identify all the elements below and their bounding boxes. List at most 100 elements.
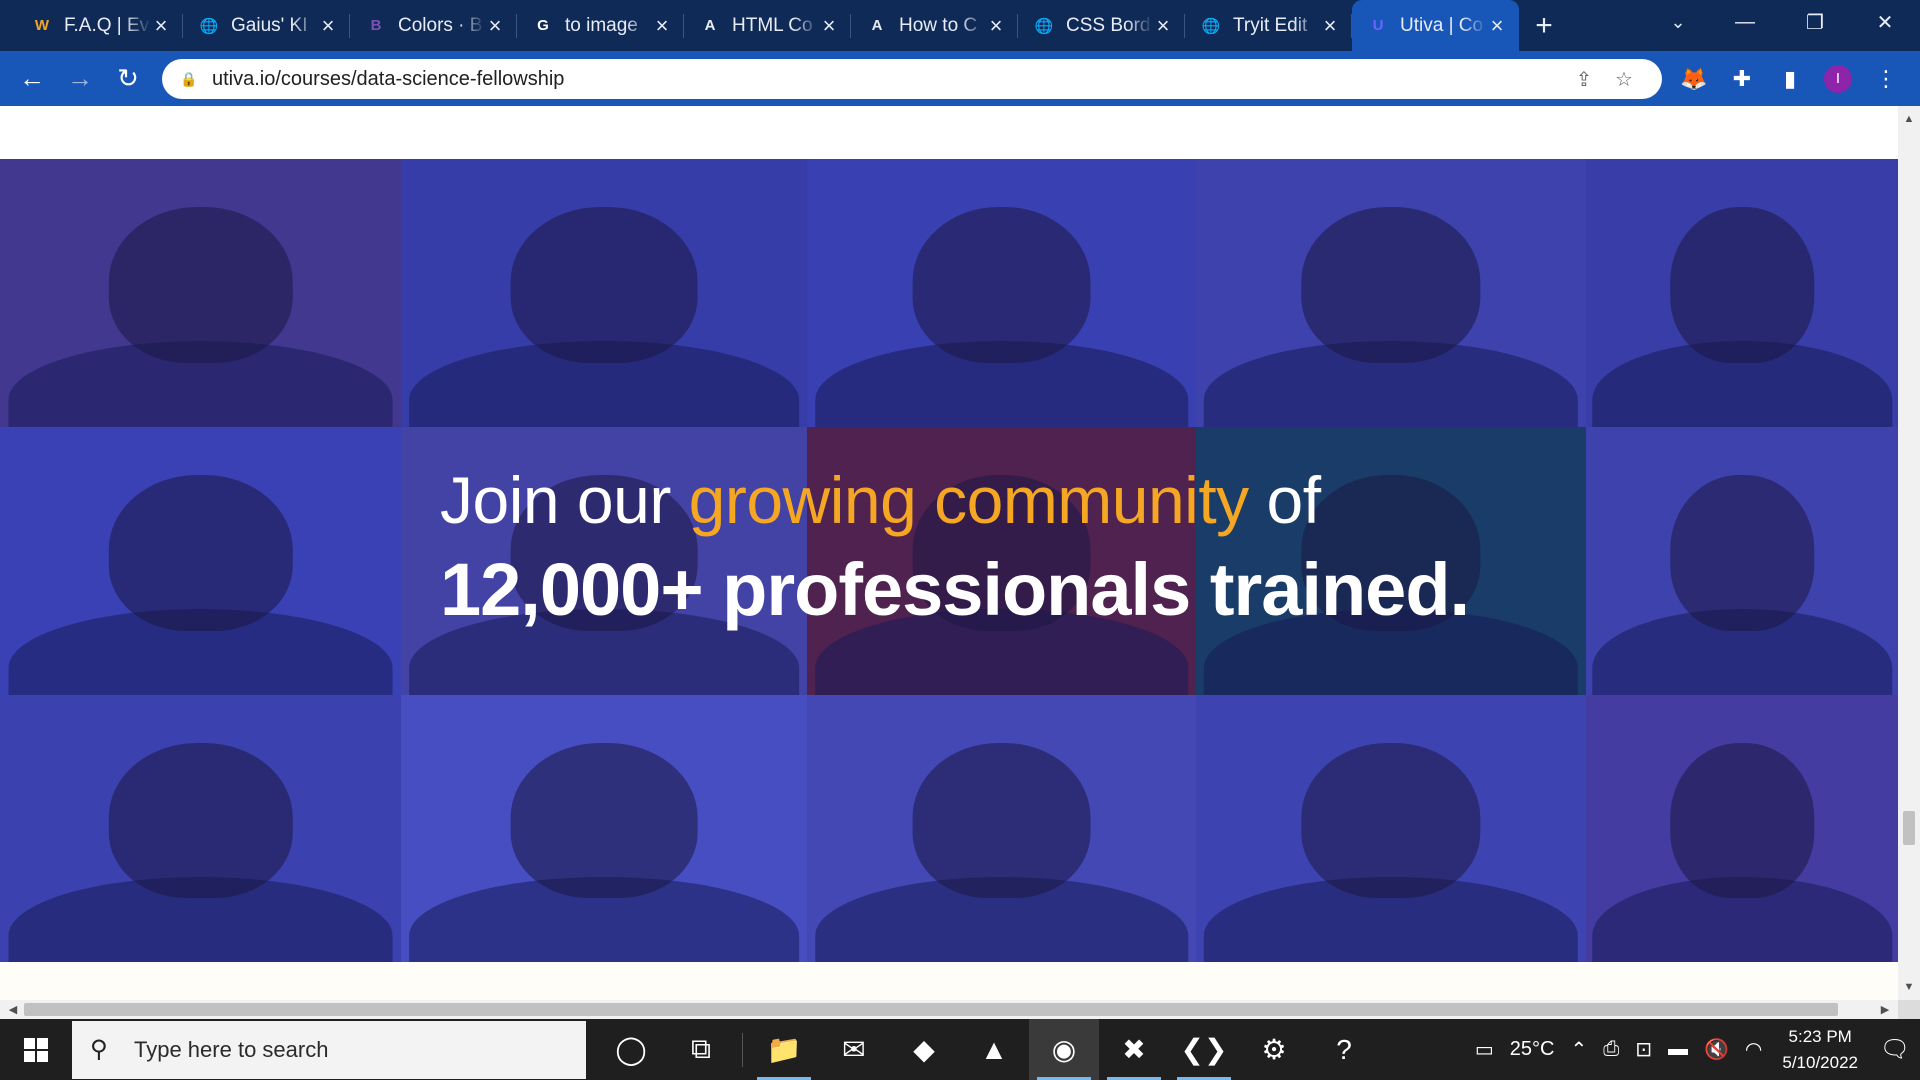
browser-toolbar: ← → ↻ 🔒 utiva.io/courses/data-science-fe… (0, 51, 1920, 106)
tab-list: W F.A.Q | Ev × 🌐 Gaius' KI × B Colors · B × Gto i… (0, 0, 1519, 51)
start-button[interactable] (0, 1019, 72, 1080)
restore-icon[interactable]: ❐ (1780, 0, 1850, 44)
vertical-scroll-thumb[interactable] (1903, 811, 1915, 845)
tab-title: Colors · B (398, 14, 483, 36)
help-icon[interactable]: ? (1309, 1019, 1379, 1080)
search-placeholder[interactable]: Type here to search (134, 1037, 328, 1063)
tab-title: CSS Bord (1066, 14, 1151, 36)
scroll-up-icon[interactable]: ▲ (1898, 108, 1920, 130)
scroll-down-icon[interactable]: ▼ (1898, 976, 1920, 998)
portrait-face (510, 207, 698, 363)
portrait-tile (0, 427, 401, 695)
notification-icon[interactable]: 🗨 (1870, 1019, 1920, 1080)
portrait-tile (807, 695, 1196, 962)
horizontal-scroll-thumb[interactable] (24, 1003, 1838, 1016)
wifi-icon[interactable]: ◠ (1737, 1019, 1770, 1080)
chrome-icon[interactable]: ◉ (1029, 1019, 1099, 1080)
tab-1[interactable]: W F.A.Q | Ev × (16, 0, 183, 51)
horizontal-scrollbar[interactable]: ◀ ▶ (0, 1000, 1898, 1019)
reload-icon[interactable]: ↻ (104, 55, 152, 103)
menu-kebab-icon[interactable]: ⋮ (1862, 55, 1910, 103)
tab-2[interactable]: 🌐 Gaius' KI × (183, 0, 350, 51)
clock-date: 5/10/2022 (1782, 1052, 1858, 1072)
lock-icon[interactable]: 🔒 (180, 71, 202, 88)
tab-close-icon[interactable]: × (151, 13, 171, 39)
tab-5[interactable]: A HTML Co × (684, 0, 851, 51)
portrait-face (108, 207, 293, 363)
tab-close-icon[interactable]: × (819, 13, 839, 39)
url-text[interactable]: utiva.io/courses/data-science-fellowship (212, 68, 1564, 91)
portrait-face (108, 475, 293, 631)
tab-8[interactable]: 🌐 Tryit Edit × (1185, 0, 1352, 51)
tab-3[interactable]: B Colors · B × (350, 0, 517, 51)
scrollbar-corner (1898, 1000, 1920, 1019)
address-bar[interactable]: 🔒 utiva.io/courses/data-science-fellowsh… (162, 59, 1662, 99)
close-window-icon[interactable]: ✕ (1850, 0, 1920, 44)
profile-avatar[interactable]: I (1814, 55, 1862, 103)
tab-close-icon[interactable]: × (986, 13, 1006, 39)
bootstrap-icon: B (370, 17, 382, 34)
tab-title: How to C (899, 14, 978, 36)
tab-close-icon[interactable]: × (1320, 13, 1340, 39)
tab-4[interactable]: Gto image × (517, 0, 684, 51)
weather-icon[interactable]: ▭ (1467, 1019, 1502, 1080)
mail-icon[interactable]: ✉ (819, 1019, 889, 1080)
extensions-puzzle-icon[interactable]: ✚ (1718, 55, 1766, 103)
headline-suffix: of (1248, 463, 1322, 537)
metamask-fox-icon[interactable]: 🦊 (1670, 55, 1718, 103)
battery-icon[interactable]: ▬ (1660, 1019, 1696, 1080)
vertical-scrollbar[interactable]: ▲ ▼ (1898, 106, 1920, 1000)
tab-close-icon[interactable]: × (1153, 13, 1173, 39)
side-panel-icon[interactable]: ▮ (1766, 55, 1814, 103)
portrait-tile (401, 159, 807, 427)
windows-taskbar: ⚲ Type here to search ◯ ⧉ 📁 ✉ ◆ ▲ ◉ ✖ ❮❯ ⚙? ▭ 25°… (0, 1019, 1920, 1080)
portrait-face (912, 743, 1091, 898)
minimize-icon[interactable]: — (1710, 0, 1780, 44)
speaker-muted-icon[interactable]: 🔇 (1696, 1019, 1737, 1080)
file-explorer-icon[interactable]: 📁 (749, 1019, 819, 1080)
vscode-icon[interactable]: ❮❯ (1169, 1019, 1239, 1080)
scroll-left-icon[interactable]: ◀ (2, 1000, 24, 1019)
avatar[interactable]: I (1824, 64, 1852, 93)
browser-tabstrip: W F.A.Q | Ev × 🌐 Gaius' KI × B Colors · B × Gto i… (0, 0, 1920, 51)
portrait-tile (1196, 159, 1586, 427)
new-tab-button[interactable]: + (1519, 0, 1569, 51)
tab-close-icon[interactable]: × (485, 13, 505, 39)
share-icon[interactable]: ⇪ (1564, 67, 1604, 92)
git-icon[interactable]: ◆ (889, 1019, 959, 1080)
a-logo-icon: A (704, 17, 716, 34)
forward-arrow-icon[interactable]: → (56, 55, 104, 103)
tab-6[interactable]: A How to C × (851, 0, 1018, 51)
taskbar-search[interactable]: ⚲ Type here to search (72, 1020, 586, 1079)
xampp-icon[interactable]: ✖ (1099, 1019, 1169, 1080)
back-arrow-icon[interactable]: ← (8, 55, 56, 103)
portrait-face (1670, 743, 1814, 898)
vlc-icon[interactable]: ▲ (959, 1019, 1029, 1080)
bookmark-star-icon[interactable]: ☆ (1604, 67, 1644, 92)
extension-icons: 🦊 ✚ ▮ I ⋮ (1670, 51, 1910, 106)
tab-9[interactable]: U Utiva | Co × (1352, 0, 1519, 51)
window-controls: — ❐ ✕ (1710, 0, 1920, 44)
system-tray: ▭ 25°C ⌃ ⎙ ⊡ ▬ 🔇 ◠ 5:23 PM 5/10/2022 🗨 (1467, 1019, 1920, 1080)
globe-icon: 🌐 (199, 17, 219, 35)
clock[interactable]: 5:23 PM 5/10/2022 (1770, 1024, 1870, 1076)
tab-title: Utiva | Co (1400, 14, 1484, 36)
settings-icon[interactable]: ⚙ (1239, 1019, 1309, 1080)
windows-logo-icon (24, 1037, 48, 1062)
cortana-icon[interactable]: ◯ (596, 1019, 666, 1080)
portrait-face (912, 207, 1091, 363)
tab-close-icon[interactable]: × (652, 13, 672, 39)
meet-now-icon[interactable]: ⎙ (1595, 1019, 1627, 1080)
tab-close-icon[interactable]: × (1487, 13, 1507, 39)
network-status-icon[interactable]: ⊡ (1627, 1019, 1660, 1080)
tab-search-icon[interactable]: ⌄ (1656, 0, 1700, 44)
weather-temperature[interactable]: 25°C (1502, 1019, 1563, 1080)
portrait-tile (1586, 159, 1898, 427)
scroll-right-icon[interactable]: ▶ (1874, 1000, 1896, 1019)
task-view-icon[interactable]: ⧉ (666, 1019, 736, 1080)
tab-7[interactable]: 🌐 CSS Bord × (1018, 0, 1185, 51)
chevron-up-icon[interactable]: ⌃ (1562, 1019, 1595, 1080)
headline-line-2: 12,000+ professionals trained. (440, 548, 1470, 631)
tab-title: F.A.Q | Ev (64, 14, 150, 36)
tab-close-icon[interactable]: × (318, 13, 338, 39)
